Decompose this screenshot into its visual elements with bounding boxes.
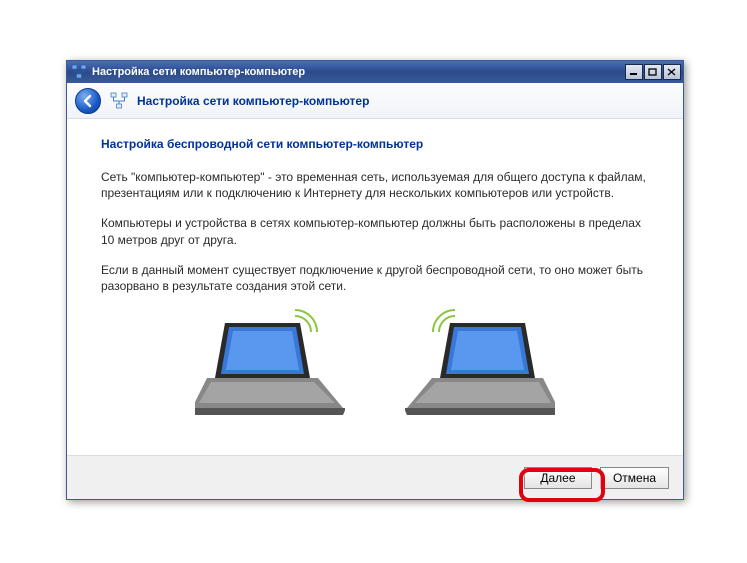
laptop-right-icon <box>405 308 555 421</box>
intro-paragraph-1: Сеть "компьютер-компьютер" - это временн… <box>101 169 649 201</box>
content-area: Настройка беспроводной сети компьютер-ко… <box>67 119 683 455</box>
maximize-button[interactable] <box>644 64 662 80</box>
close-button[interactable] <box>663 64 681 80</box>
intro-paragraph-3: Если в данный момент существует подключе… <box>101 262 649 294</box>
next-button[interactable]: Далее <box>524 467 592 489</box>
titlebar: Настройка сети компьютер-компьютер <box>67 61 683 83</box>
laptops-illustration <box>101 308 649 421</box>
back-button[interactable] <box>75 88 101 114</box>
window-title: Настройка сети компьютер-компьютер <box>92 66 625 78</box>
intro-paragraph-2: Компьютеры и устройства в сетях компьюте… <box>101 215 649 247</box>
minimize-button[interactable] <box>625 64 643 80</box>
footer-bar: Далее Отмена <box>67 455 683 499</box>
header-title: Настройка сети компьютер-компьютер <box>137 94 369 108</box>
network-app-icon <box>71 64 87 80</box>
laptop-left-icon <box>195 308 345 421</box>
wizard-window: Настройка сети компьютер-компьютер <box>66 60 684 500</box>
page-heading: Настройка беспроводной сети компьютер-ко… <box>101 137 649 151</box>
network-wizard-icon <box>109 91 129 111</box>
window-controls <box>625 64 681 80</box>
header-bar: Настройка сети компьютер-компьютер <box>67 83 683 119</box>
cancel-button[interactable]: Отмена <box>600 467 669 489</box>
